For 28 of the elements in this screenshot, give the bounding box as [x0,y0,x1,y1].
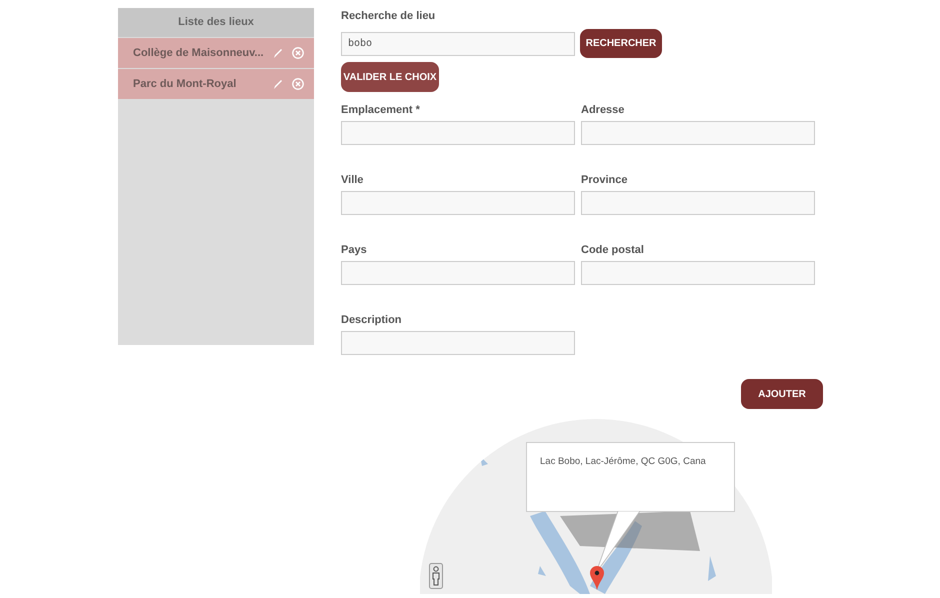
pencil-icon[interactable] [272,78,284,90]
person-icon[interactable] [429,563,443,589]
close-icon[interactable] [292,47,304,59]
field-label: Emplacement * [341,103,421,118]
search-field[interactable]: bobo [341,32,575,56]
input-field[interactable] [341,261,575,285]
field-label: Ville [341,173,364,188]
field-label: Province [581,173,628,188]
field-label: Recherche de lieu [341,9,436,24]
input-field[interactable] [341,121,575,145]
field-label: Description [341,313,403,328]
pencil-icon[interactable] [272,47,284,59]
input-field[interactable] [341,331,575,355]
field-label: Code postal [581,243,645,258]
add-button[interactable]: AJOUTER [741,379,823,409]
field-label: Pays [341,243,368,258]
close-icon[interactable] [292,78,304,90]
place-name: Parc du Mont-Royal [133,76,238,92]
sidebar-title: Liste des lieux [118,8,314,37]
field-label: Adresse [581,103,626,118]
input-field[interactable] [581,121,815,145]
confirm-button[interactable]: VALIDER LE CHOIX [341,62,439,92]
place-name: Collège de Maisonneuv... [133,46,265,61]
input-field[interactable] [581,261,815,285]
search-button[interactable]: RECHERCHER [580,29,662,58]
input-field[interactable] [581,191,815,215]
map-pin-icon[interactable] [590,566,604,590]
input-field[interactable] [341,191,575,215]
